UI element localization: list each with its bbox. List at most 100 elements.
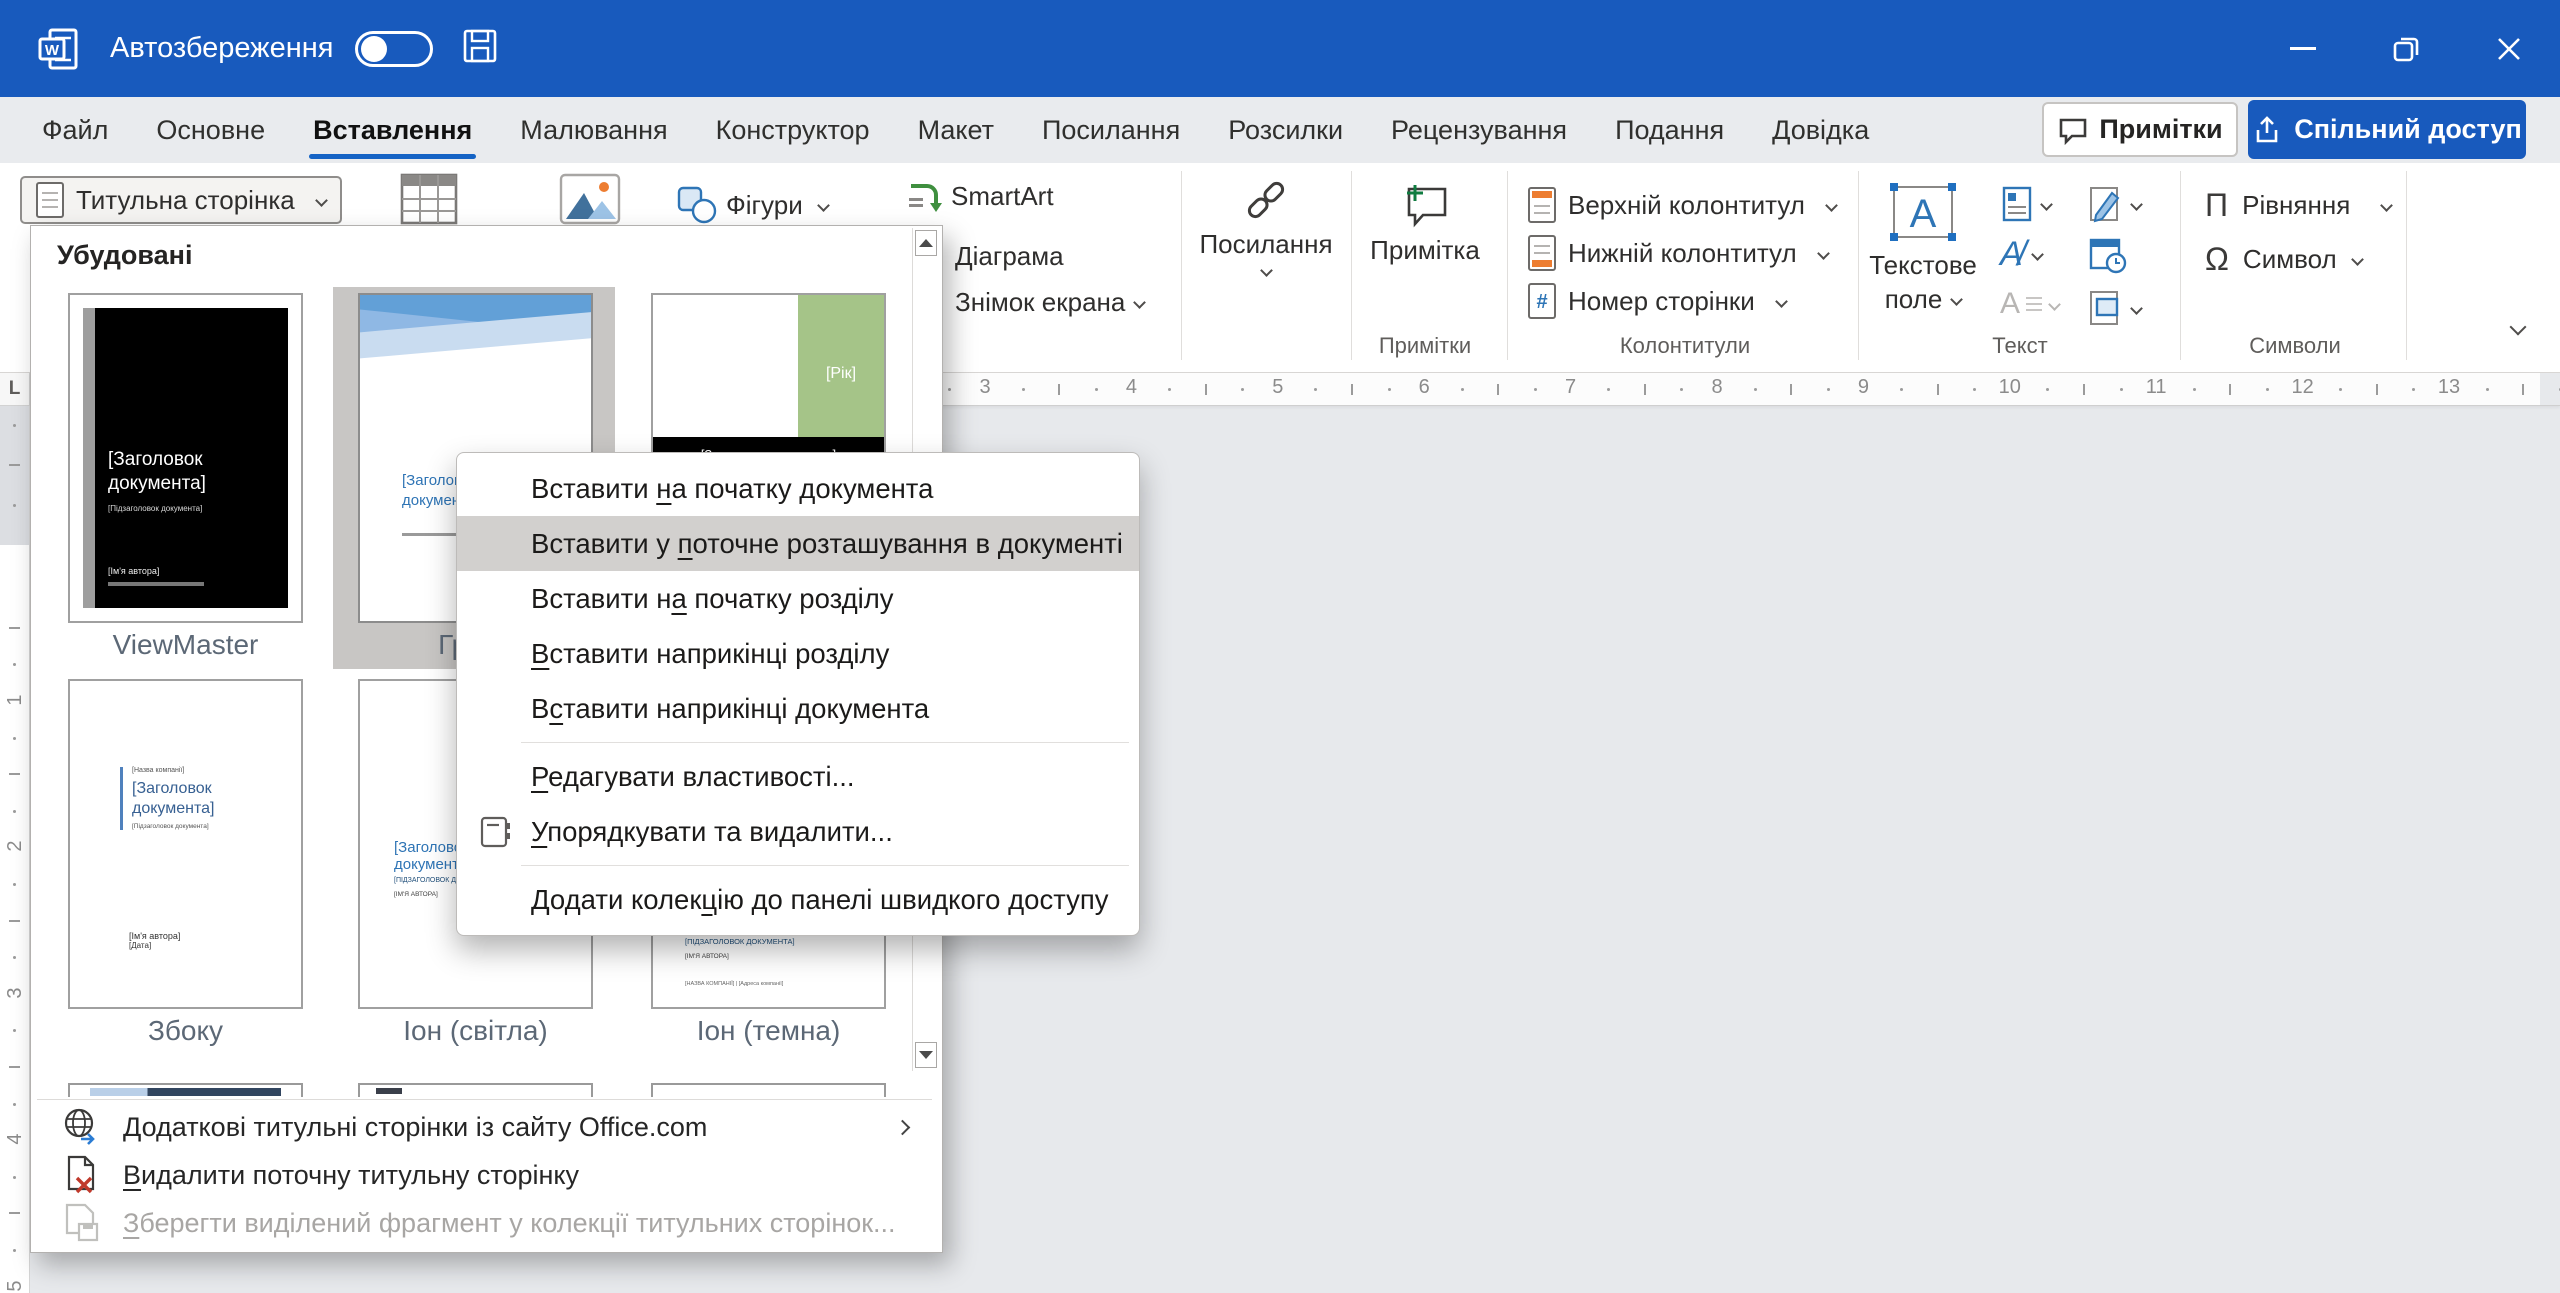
save-selection-item: Зберегти виділений фрагмент у колекції т…	[31, 1199, 930, 1247]
tab-references[interactable]: Посилання	[1018, 97, 1204, 163]
ruler-tick	[13, 1103, 16, 1106]
restore-button[interactable]	[2354, 0, 2457, 97]
menu-item-insert-current-position[interactable]: Вставити у поточне розташування в докуме…	[457, 516, 1139, 571]
menu-separator	[521, 865, 1129, 866]
cover-label-sideline: Збоку	[68, 1015, 303, 1051]
chevron-down-icon	[2031, 248, 2044, 261]
ruler-tick	[1388, 388, 1391, 391]
tab-mailings[interactable]: Розсилки	[1204, 97, 1367, 163]
scroll-up-button[interactable]	[915, 230, 937, 256]
chevron-down-icon	[2351, 253, 2364, 266]
ruler-tick	[1900, 388, 1903, 391]
menu-item-insert-end-section[interactable]: Вставити наприкінці розділу	[457, 626, 1139, 681]
autosave-label: Автозбереження	[110, 32, 333, 65]
ruler-number: 1	[1, 685, 29, 715]
quick-parts-button[interactable]	[2000, 185, 2051, 223]
ruler-number: 6	[1404, 376, 1444, 399]
chevron-down-icon	[2380, 199, 2393, 212]
new-comment-button[interactable]: Примітка	[1358, 177, 1492, 266]
ruler-end-cap	[2540, 373, 2560, 405]
ruler-tick	[9, 1066, 20, 1068]
globe-icon	[61, 1106, 101, 1148]
remove-cover-page-item[interactable]: Видалити поточну титульну сторінку	[31, 1151, 930, 1199]
comments-icon	[2057, 115, 2089, 145]
chevron-down-icon	[1825, 199, 1838, 212]
footer-icon	[1528, 235, 1556, 271]
textbox-icon: A	[1884, 179, 1962, 245]
chevron-down-icon	[2048, 298, 2061, 311]
tab-view[interactable]: Подання	[1591, 97, 1748, 163]
tab-file[interactable]: Файл	[18, 97, 132, 163]
ruler-tick	[1827, 388, 1830, 391]
link-button[interactable]: Посилання	[1196, 177, 1336, 275]
tab-home[interactable]: Основне	[132, 97, 289, 163]
signature-line-button[interactable]: A̸	[2000, 237, 2042, 271]
tab-layout[interactable]: Макет	[894, 97, 1018, 163]
quick-parts-icon	[2000, 185, 2034, 223]
tab-stop-selector[interactable]: L	[0, 373, 30, 406]
collapse-ribbon-button[interactable]	[2502, 321, 2524, 342]
tab-draw[interactable]: Малювання	[496, 97, 691, 163]
symbol-button[interactable]: Ω Символ	[2205, 243, 2362, 275]
pictures-button[interactable]	[558, 171, 622, 232]
more-cover-pages-item[interactable]: Додаткові титульні сторінки із сайту Off…	[31, 1103, 930, 1151]
comments-button[interactable]: Примітки	[2042, 102, 2238, 157]
equation-button[interactable]: Π Рівняння	[2205, 189, 2391, 221]
table-button[interactable]	[398, 171, 460, 232]
tab-review[interactable]: Рецензування	[1367, 97, 1591, 163]
menu-item-insert-end-document[interactable]: Вставити наприкінці документа	[457, 681, 1139, 736]
menu-item-insert-beginning-section[interactable]: Вставити на початку розділу	[457, 571, 1139, 626]
chart-button[interactable]: Діаграма	[955, 241, 1064, 272]
close-button[interactable]	[2457, 0, 2560, 97]
wordart-button[interactable]	[2088, 185, 2141, 223]
screenshot-button[interactable]: Знімок екрана	[955, 287, 1144, 318]
ruler-tick	[2412, 388, 2415, 391]
ruler-tick	[13, 810, 16, 813]
cover-thumbnail-viewmaster[interactable]: [Заголовок документа] [Підзаголовок доку…	[68, 293, 303, 623]
menu-item-insert-beginning-document[interactable]: Вставити на початку документа	[457, 461, 1139, 516]
ruler-number: 4	[1111, 376, 1151, 399]
minimize-button[interactable]	[2251, 0, 2354, 97]
chevron-down-icon	[1817, 247, 1830, 260]
shapes-button[interactable]: Фігури	[676, 185, 828, 225]
save-icon[interactable]	[461, 27, 499, 70]
tab-insert[interactable]: Вставлення	[289, 97, 496, 163]
cover-thumbnail-partial[interactable]	[68, 1083, 303, 1097]
ruler-tick	[1644, 384, 1646, 395]
scroll-up-icon	[919, 239, 933, 247]
menu-item-edit-properties[interactable]: Редагувати властивості...	[457, 749, 1139, 804]
page-number-button[interactable]: # Номер сторінки	[1528, 283, 1786, 319]
ruler-tick	[1754, 388, 1757, 391]
window-controls	[2251, 0, 2560, 97]
chevron-down-icon	[817, 199, 830, 212]
vertical-ruler[interactable]: 12345	[0, 406, 30, 1293]
header-button[interactable]: Верхній колонтитул	[1528, 187, 1836, 223]
footer-button[interactable]: Нижній колонтитул	[1528, 235, 1828, 271]
cover-page-button[interactable]: Титульна сторінка	[20, 176, 342, 224]
cover-thumbnail-sideline[interactable]: [Назва компанії] [Заголовок документа] […	[68, 679, 303, 1009]
menu-item-organize-delete[interactable]: Упорядкувати та видалити...	[457, 804, 1139, 859]
cover-thumbnail-partial[interactable]	[651, 1083, 886, 1097]
textbox-button[interactable]: A Текстове поле	[1878, 179, 1968, 312]
drop-cap-button[interactable]: A	[2000, 289, 2059, 319]
ruler-tick	[1680, 388, 1683, 391]
signature-line-icon: A̸	[2000, 237, 2023, 271]
ruler-tick	[1790, 384, 1792, 395]
ruler-tick	[2339, 388, 2342, 391]
ruler-tick	[9, 464, 20, 466]
cover-thumbnail-partial[interactable]	[358, 1083, 593, 1097]
scroll-down-button[interactable]	[915, 1042, 937, 1068]
object-button[interactable]	[2088, 289, 2141, 327]
tab-design[interactable]: Конструктор	[692, 97, 894, 163]
ruler-tick	[13, 504, 16, 507]
smartart-button[interactable]: SmartArt	[905, 178, 1054, 214]
ruler-tick	[9, 627, 20, 629]
ruler-tick	[1022, 388, 1025, 391]
tab-help[interactable]: Довідка	[1748, 97, 1893, 163]
date-time-button[interactable]	[2088, 235, 2128, 275]
share-button[interactable]: Спільний доступ	[2248, 100, 2526, 159]
group-label-comments: Примітки	[1315, 333, 1535, 359]
menu-item-add-to-quick-access[interactable]: Додати колекцію до панелі швидкого досту…	[457, 872, 1139, 927]
autosave-toggle[interactable]	[355, 31, 433, 67]
group-separator	[1351, 171, 1352, 360]
